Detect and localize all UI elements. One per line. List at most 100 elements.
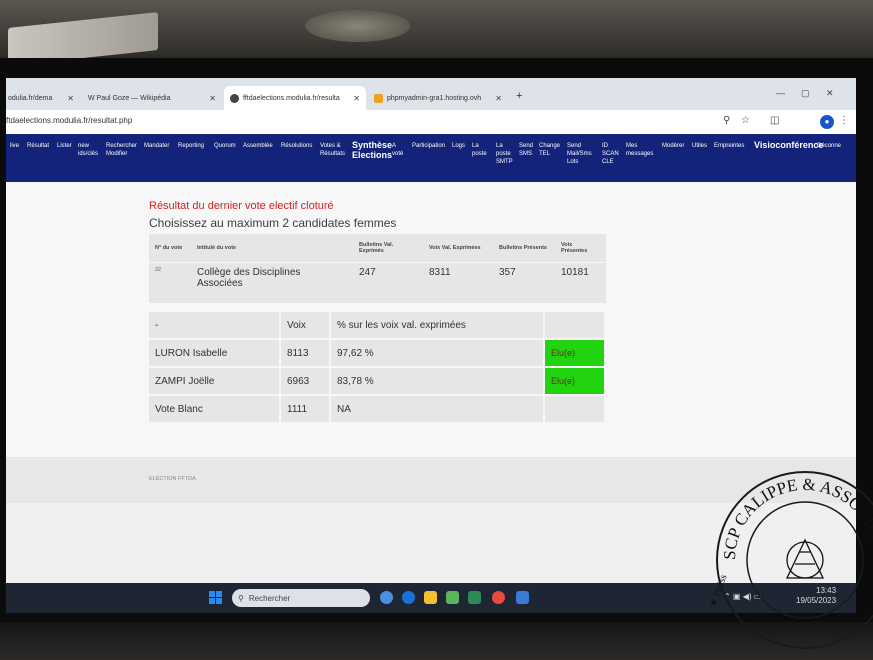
globe-icon xyxy=(230,93,239,103)
column-header: Voix Présentes xyxy=(555,234,606,263)
extensions-icon[interactable]: ◫ xyxy=(770,115,779,126)
nav-item-la-poste-smtp[interactable]: La poste SMTP xyxy=(496,142,513,166)
nav-item-assemblee[interactable]: Assemblée xyxy=(243,142,273,150)
file-explorer-icon[interactable] xyxy=(424,591,437,604)
address-bar: ftdaelections.modulia.fr/resultat.php ⚲ … xyxy=(6,110,856,135)
new-tab-button[interactable]: + xyxy=(516,90,522,102)
url-field[interactable]: ftdaelections.modulia.fr/resultat.php xyxy=(6,116,132,125)
browser-tab-bar: odulia.fr/dema ✕ W Paul Goze — Wikipédia… xyxy=(6,78,856,110)
vote-summary-table: N° du vote Intitulé du vote Bulletins Va… xyxy=(149,234,606,303)
column-header: N° du vote xyxy=(149,234,191,263)
result-subtitle: Choisissez au maximum 2 candidates femme… xyxy=(149,216,397,230)
search-icon: ⚲ xyxy=(238,593,244,603)
tab-label: phpmyadmin-gra1.hosting.ovh xyxy=(387,94,482,102)
nav-item-send-sms[interactable]: Send SMS xyxy=(519,142,533,158)
candidates-table: - Voix % sur les voix val. exprimées LUR… xyxy=(149,312,606,424)
close-icon[interactable]: ✕ xyxy=(67,94,74,103)
bookmark-star-icon[interactable]: ☆ xyxy=(741,115,750,126)
column-header: Intitulé du vote xyxy=(191,234,353,263)
tab-label: W Paul Goze — Wikipédia xyxy=(88,94,171,102)
footer-text: ELECTION FFTDA xyxy=(149,476,196,482)
candidate-name: ZAMPI Joëlle xyxy=(149,367,281,396)
status-badge: Elu(e) xyxy=(544,367,606,396)
candidate-pct: 97,62 % xyxy=(330,339,545,368)
voix-exprimees-value: 8311 xyxy=(429,267,451,278)
menu-kebab-icon[interactable]: ⋮ xyxy=(839,115,849,126)
close-window-button[interactable]: ✕ xyxy=(826,88,834,99)
browser-tab[interactable]: W Paul Goze — Wikipédia ✕ xyxy=(82,86,222,110)
app-icon[interactable] xyxy=(516,591,529,604)
table-row: 32 Collège des Disciplines Associées 247… xyxy=(149,263,606,304)
vote-label: Collège des Disciplines Associées xyxy=(197,267,301,289)
nav-item-resultat[interactable]: Résultat xyxy=(27,142,49,150)
column-header: Bulletins Val. Exprimés xyxy=(353,234,423,263)
taskbar-search[interactable]: ⚲ Rechercher xyxy=(232,589,370,607)
nav-item-mes-messages[interactable]: Mes messages xyxy=(626,142,653,158)
nav-item-reporting[interactable]: Reporting xyxy=(178,142,204,150)
windows-start-icon[interactable] xyxy=(209,591,222,604)
maximize-button[interactable]: ▢ xyxy=(801,88,810,99)
tab-label: fftdaelections.modulia.fr/resulta xyxy=(243,94,340,102)
nav-item-logs[interactable]: Logs xyxy=(452,142,465,150)
nav-item-votes-resultats[interactable]: Votes & Résultats xyxy=(320,142,345,158)
table-header-row: - Voix % sur les voix val. exprimées xyxy=(149,312,606,340)
candidate-name: Vote Blanc xyxy=(149,395,281,424)
browser-tab-active[interactable]: fftdaelections.modulia.fr/resulta ✕ xyxy=(224,86,366,110)
nav-item-id-scan-cle[interactable]: ID SCAN CLE xyxy=(602,142,619,166)
nav-item-resolutions[interactable]: Résolutions xyxy=(281,142,312,150)
bulletins-exprimes-value: 247 xyxy=(359,267,376,278)
close-icon[interactable]: ✕ xyxy=(353,94,360,103)
candidate-voix: 1111 xyxy=(280,395,331,424)
candidate-voix: 8113 xyxy=(280,339,331,368)
table-header-row: N° du vote Intitulé du vote Bulletins Va… xyxy=(149,234,606,263)
profile-avatar[interactable]: ● xyxy=(820,115,834,129)
nav-item-send-mail-sms-lots[interactable]: Send Mail/Sms Lots xyxy=(567,142,592,166)
candidate-name: LURON Isabelle xyxy=(149,339,281,368)
nav-item-a-vote[interactable]: A voté xyxy=(392,142,403,158)
nav-item-live[interactable]: live xyxy=(10,142,19,150)
nav-item-quorum[interactable]: Quorum xyxy=(214,142,236,150)
status-badge: Elu(e) xyxy=(544,339,606,368)
ink-stamp: SCP CALIPPE & ASSOCIÉS ★ Huiss xyxy=(707,471,873,649)
table-row: ZAMPI Joëlle 6963 83,78 % Elu(e) xyxy=(149,367,606,396)
browser-tab[interactable]: phpmyadmin-gra1.hosting.ovh ✕ xyxy=(368,86,508,110)
stamp-side-text: ★ Huiss xyxy=(707,573,729,609)
candidate-pct: 83,78 % xyxy=(330,367,545,396)
nav-item-moderer[interactable]: Modérer xyxy=(662,142,684,150)
nav-item-deconnexion[interactable]: Déconne xyxy=(817,142,841,150)
phpmyadmin-icon xyxy=(374,93,383,103)
nav-item-change-tel[interactable]: Change TEL xyxy=(539,142,560,158)
taskview-icon[interactable] xyxy=(380,591,393,604)
bulletins-presents-value: 357 xyxy=(499,267,516,278)
tab-label: odulia.fr/dema xyxy=(8,94,53,102)
zoom-icon[interactable]: ⚲ xyxy=(723,115,730,126)
column-header: Voix xyxy=(280,312,331,340)
close-icon[interactable]: ✕ xyxy=(209,94,216,103)
column-header: - xyxy=(149,312,281,340)
voix-presentes-value: 10181 xyxy=(561,267,589,278)
nav-item-lister[interactable]: Lister xyxy=(57,142,72,150)
minimize-button[interactable]: — xyxy=(776,88,785,98)
nav-item-mandater[interactable]: Mandater xyxy=(144,142,169,150)
excel-icon[interactable] xyxy=(468,591,481,604)
candidate-pct: NA xyxy=(330,395,545,424)
status-cell xyxy=(544,312,606,340)
nav-item-synthese-elections[interactable]: Synthèse Elections xyxy=(352,140,392,160)
table-row: Vote Blanc 1111 NA xyxy=(149,395,606,424)
close-icon[interactable]: ✕ xyxy=(495,94,502,103)
nav-item-participation[interactable]: Participation xyxy=(412,142,445,150)
vote-number: 32 xyxy=(155,267,162,273)
chrome-icon[interactable] xyxy=(492,591,505,604)
nav-item-visioconference[interactable]: Visioconférence xyxy=(754,140,823,150)
browser-tab[interactable]: odulia.fr/dema ✕ xyxy=(6,86,80,110)
nav-item-rechercher[interactable]: Rechercher Modifier xyxy=(106,142,137,158)
search-placeholder: Rechercher xyxy=(248,593,291,603)
nav-item-utiles[interactable]: Utiles xyxy=(692,142,707,150)
main-content: Résultat du dernier vote electif cloturé… xyxy=(6,182,856,457)
nav-item-new-ids[interactable]: new ids/clés xyxy=(78,142,98,158)
edge-icon[interactable] xyxy=(402,591,415,604)
nav-item-la-poste[interactable]: La poste xyxy=(472,142,487,158)
stamp-emblem xyxy=(785,538,825,579)
store-icon[interactable] xyxy=(446,591,459,604)
nav-item-empreintes[interactable]: Empreintes xyxy=(714,142,744,150)
